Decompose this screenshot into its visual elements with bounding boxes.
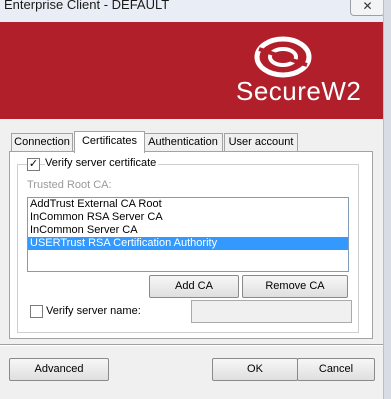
list-item-selected[interactable]: USERTrust RSA Certification Authority <box>28 237 348 250</box>
verify-server-certificate-checkbox[interactable]: ✓ <box>27 158 40 171</box>
verify-server-name-checkbox[interactable] <box>30 305 43 318</box>
tab-user-account[interactable]: User account <box>224 133 298 151</box>
advanced-button[interactable]: Advanced <box>9 358 109 381</box>
verify-server-name-label: Verify server name: <box>46 305 141 317</box>
securew2-logo-icon <box>254 36 312 78</box>
trusted-root-ca-list[interactable]: AddTrust External CA Root InCommon RSA S… <box>27 197 349 272</box>
add-ca-button[interactable]: Add CA <box>149 275 239 298</box>
server-name-input[interactable] <box>191 300 352 323</box>
checkmark-icon: ✓ <box>28 158 39 170</box>
ok-button[interactable]: OK <box>212 358 298 381</box>
verify-server-certificate-label: Verify server certificate <box>45 157 159 169</box>
list-item[interactable]: AddTrust External CA Root <box>28 198 348 211</box>
list-item[interactable]: InCommon Server CA <box>28 224 348 237</box>
list-item[interactable]: InCommon RSA Server CA <box>28 211 348 224</box>
tab-certificates[interactable]: Certificates <box>74 131 145 153</box>
brand-name: SecureW2 <box>236 76 362 106</box>
title-bar: Enterprise Client - DEFAULT ✕ <box>0 0 391 23</box>
footer-divider <box>0 344 383 346</box>
close-button[interactable]: ✕ <box>350 0 385 16</box>
cancel-button[interactable]: Cancel <box>297 358 375 381</box>
remove-ca-button[interactable]: Remove CA <box>242 275 348 298</box>
tab-authentication[interactable]: Authentication <box>143 133 223 151</box>
window-edge <box>383 0 391 399</box>
tab-connection[interactable]: Connection <box>11 133 73 151</box>
trusted-root-ca-label: Trusted Root CA: <box>27 179 112 191</box>
window-title: Enterprise Client - DEFAULT <box>4 0 170 12</box>
